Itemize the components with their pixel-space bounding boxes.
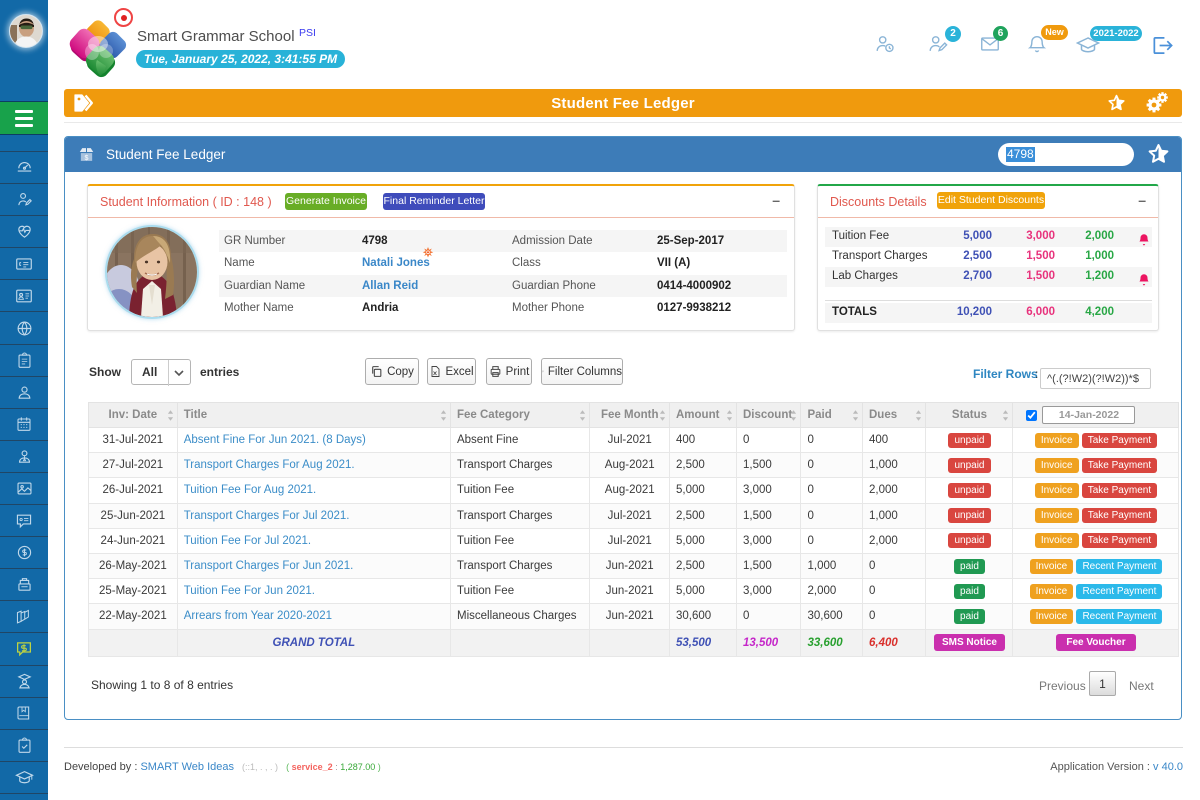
svg-text:$: $	[85, 154, 89, 162]
